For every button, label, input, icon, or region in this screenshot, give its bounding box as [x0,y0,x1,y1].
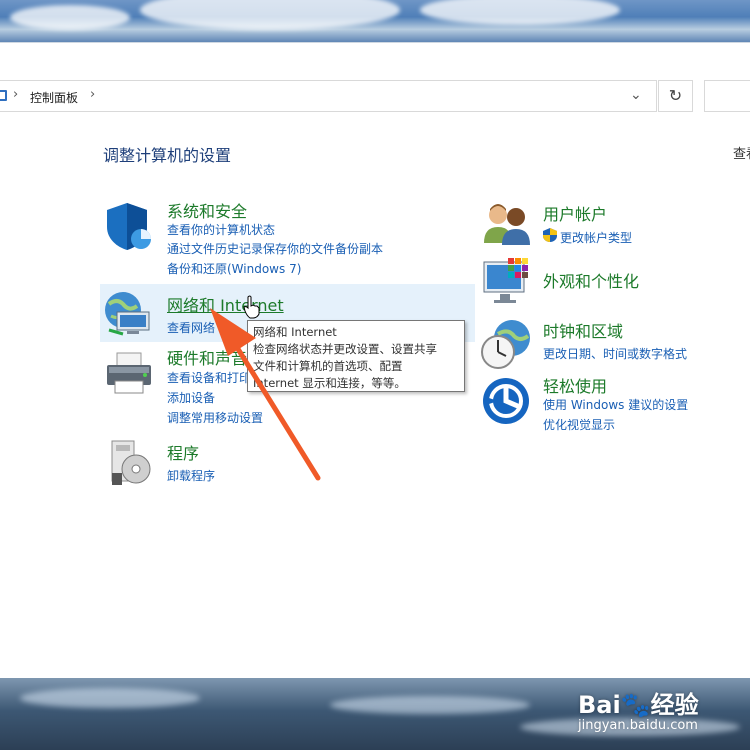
clock-region-title[interactable]: 时钟和区域 [543,318,623,342]
view-by-label[interactable]: 查看 [733,143,750,162]
system-security-title[interactable]: 系统和安全 [167,198,247,222]
watermark-url: jingyan.baidu.com [578,718,698,733]
annotation-arrow-icon [210,308,321,481]
refresh-icon: ↻ [668,86,683,105]
breadcrumb-control-panel[interactable]: 控制面板 [30,89,78,106]
breadcrumb-separator-icon: › [13,87,19,102]
desktop-wallpaper-top [0,0,750,42]
ease-of-access-icon[interactable] [482,377,530,425]
refresh-button[interactable]: ↻ [658,80,693,112]
user-accounts-title[interactable]: 用户帐户 [543,201,607,225]
uac-shield-icon [543,228,557,242]
network-globe-icon[interactable] [103,290,155,338]
user-link-change-type[interactable]: 更改帐户类型 [560,229,632,246]
paw-icon: 🐾 [620,691,651,719]
system-link-file-history[interactable]: 通过文件历史记录保存你的文件备份副本 [167,240,383,257]
appearance-title[interactable]: 外观和个性化 [543,268,639,292]
appearance-icon[interactable] [482,258,532,306]
breadcrumb-separator-icon[interactable]: › [90,87,95,102]
user-accounts-icon[interactable] [482,201,532,247]
printer-icon[interactable] [103,351,155,397]
baidu-watermark: Bai🐾经验 [578,685,699,720]
system-link-backup[interactable]: 备份和还原(Windows 7) [167,260,301,277]
chevron-down-icon[interactable]: ⌄ [630,87,642,103]
programs-title[interactable]: 程序 [167,440,199,464]
clock-link-date-time[interactable]: 更改日期、时间或数字格式 [543,345,687,362]
clock-globe-icon[interactable] [480,318,532,370]
ease-of-access-title[interactable]: 轻松使用 [543,373,607,397]
control-panel-window: › 控制面板 › ⌄ ↻ 调整计算机的设置 查看 系统和安全 查看你的计算机状态… [0,42,750,679]
computer-icon [0,90,7,101]
page-title: 调整计算机的设置 [103,146,232,165]
system-link-status[interactable]: 查看你的计算机状态 [167,221,275,238]
address-bar[interactable]: › 控制面板 › ⌄ [0,80,657,112]
watermark-brand: Bai [578,691,621,719]
search-input[interactable] [704,80,750,112]
shield-icon[interactable] [103,201,153,251]
programs-icon[interactable] [108,437,152,487]
watermark-brand-cn: 经验 [650,691,699,719]
ease-link-windows-suggested[interactable]: 使用 Windows 建议的设置 [543,396,688,413]
ease-link-visual-display[interactable]: 优化视觉显示 [543,416,615,433]
